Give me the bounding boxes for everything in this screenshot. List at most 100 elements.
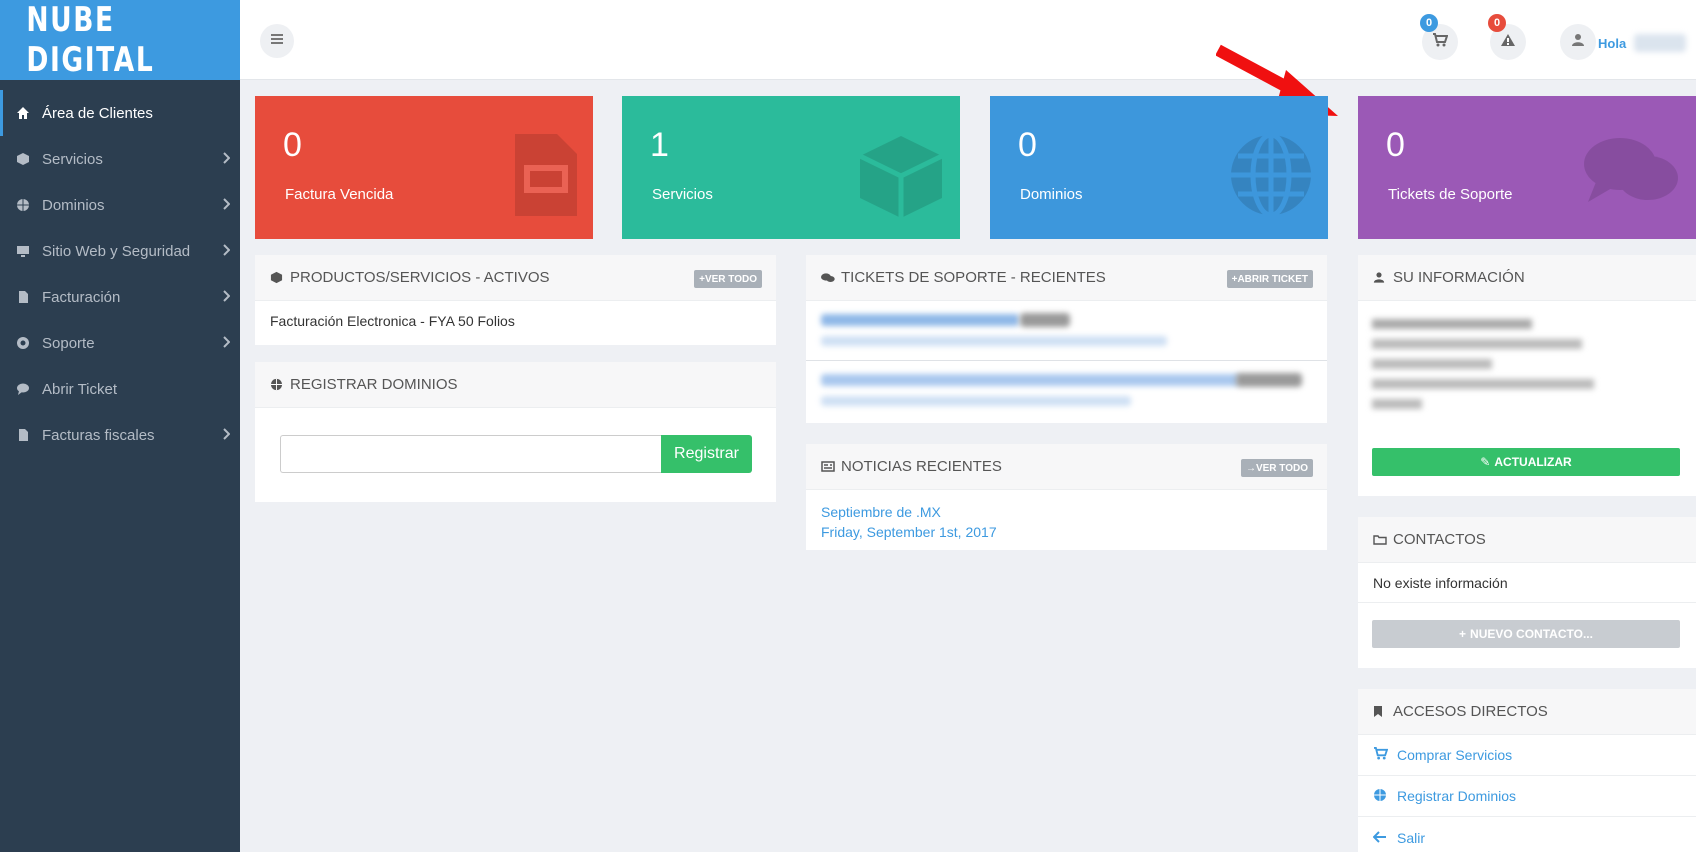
stat-label: Factura Vencida	[285, 186, 394, 203]
register-domain-button[interactable]: Registrar	[661, 435, 752, 473]
panel-title: SU INFORMACIÓN	[1393, 269, 1525, 286]
cube-icon	[270, 271, 290, 284]
shortcuts-header: ACCESOS DIRECTOS	[1358, 689, 1696, 735]
pencil-icon: ✎	[1480, 455, 1491, 469]
news-date: Friday, September 1st, 2017	[821, 524, 997, 540]
stat-card-services[interactable]: 1 Servicios	[622, 96, 960, 239]
user-avatar[interactable]	[1560, 24, 1596, 60]
your-info-panel: SU INFORMACIÓN ✎ ACTUALIZAR	[1358, 255, 1696, 496]
panel-title: NOTICIAS RECIENTES	[841, 458, 1002, 475]
button-label: ABRIR TICKET	[1237, 273, 1308, 285]
domain-search-group: Registrar	[280, 435, 752, 473]
redacted-text	[821, 396, 1131, 406]
your-info-header: SU INFORMACIÓN	[1358, 255, 1696, 301]
newspaper-icon	[821, 461, 841, 472]
redacted-text	[1372, 359, 1492, 369]
bookmark-icon	[1373, 705, 1393, 718]
globe-icon	[1228, 132, 1314, 223]
redacted-text	[1372, 379, 1594, 389]
empty-text: No existe información	[1373, 574, 1508, 591]
button-label: VER TODO	[704, 273, 757, 285]
recent-news-header: NOTICIAS RECIENTES → VER TODO	[806, 444, 1327, 490]
stat-card-overdue-invoices[interactable]: 0 Factura Vencida	[255, 96, 593, 239]
news-title[interactable]: Septiembre de .MX	[821, 502, 1312, 522]
sidebar-item-label: Servicios	[42, 150, 103, 168]
cart-icon	[1373, 747, 1397, 763]
shortcut-register-domains[interactable]: Registrar Dominios	[1358, 776, 1696, 817]
contacts-panel: CONTACTOS No existe información + NUEVO …	[1358, 517, 1696, 668]
view-all-products-button[interactable]: + VER TODO	[694, 270, 762, 288]
sidebar-item-soporte[interactable]: Soporte	[0, 320, 240, 366]
arrow-left-icon	[1372, 830, 1397, 846]
new-contact-button[interactable]: + NUEVO CONTACTO...	[1372, 620, 1680, 648]
sidebar-item-label: Facturas fiscales	[42, 426, 155, 444]
folder-icon	[1373, 534, 1393, 545]
plus-icon: +	[1459, 627, 1467, 641]
sidebar-item-servicios[interactable]: Servicios	[0, 136, 240, 182]
redacted-text	[1372, 399, 1422, 409]
product-name: Facturación Electronica - FYA 50 Folios	[270, 313, 515, 329]
file-icon	[16, 428, 42, 442]
redacted-badge	[1236, 373, 1302, 387]
cart-button[interactable]: 0	[1420, 14, 1458, 60]
home-icon	[16, 106, 42, 120]
recent-news-panel: NOTICIAS RECIENTES → VER TODO Septiembre…	[806, 444, 1327, 550]
sidebar-item-area-clientes[interactable]: Área de Clientes	[0, 90, 240, 136]
cart-count-badge: 0	[1420, 14, 1438, 32]
sidebar-item-label: Soporte	[42, 334, 95, 352]
domain-search-input[interactable]	[280, 435, 661, 473]
sidebar-item-label: Abrir Ticket	[42, 380, 118, 398]
stat-card-support-tickets[interactable]: 0 Tickets de Soporte	[1358, 96, 1696, 239]
cube-icon	[856, 132, 946, 227]
alerts-count-badge: 0	[1488, 14, 1506, 32]
redacted-text	[821, 314, 1019, 326]
list-item[interactable]: Facturación Electronica - FYA 50 Folios	[255, 301, 776, 341]
redacted-text	[821, 336, 1167, 346]
cart-icon	[1432, 32, 1449, 52]
button-label: ACTUALIZAR	[1494, 455, 1572, 469]
logo-text: NUBE DIGITAL	[26, 0, 155, 80]
globe-icon	[270, 378, 290, 391]
sidebar-item-label: Dominios	[42, 196, 105, 214]
topbar: 0 0 Hola	[240, 0, 1696, 80]
news-item[interactable]: Septiembre de .MX Friday, September 1st,…	[806, 490, 1327, 554]
comments-icon	[821, 272, 841, 284]
cube-icon	[16, 152, 42, 166]
sidebar-item-sitio-web[interactable]: Sitio Web y Seguridad	[0, 228, 240, 274]
panel-title: CONTACTOS	[1393, 531, 1486, 548]
comment-icon	[16, 382, 42, 396]
chevron-right-icon	[222, 335, 231, 352]
stat-card-domains[interactable]: 0 Dominios	[990, 96, 1328, 239]
ticket-row-redacted[interactable]	[806, 301, 1327, 361]
menu-toggle-button[interactable]	[260, 24, 294, 58]
user-icon	[1571, 33, 1585, 52]
stat-value: 1	[650, 126, 669, 164]
sidebar-item-facturas-fiscales[interactable]: Facturas fiscales	[0, 412, 240, 458]
redacted-text	[1372, 319, 1532, 329]
panel-title: REGISTRAR DOMINIOS	[290, 376, 458, 393]
update-info-button[interactable]: ✎ ACTUALIZAR	[1372, 448, 1680, 476]
shortcuts-panel: ACCESOS DIRECTOS Comprar Servicios Regis…	[1358, 689, 1696, 852]
shortcut-label: Registrar Dominios	[1397, 788, 1517, 804]
sidebar: NUBE DIGITAL Área de Clientes Servicios …	[0, 0, 240, 852]
stat-label: Tickets de Soporte	[1388, 186, 1513, 203]
shortcut-logout[interactable]: Salir	[1358, 817, 1696, 852]
user-greeting[interactable]: Hola	[1598, 36, 1626, 51]
ticket-row-redacted[interactable]	[806, 361, 1327, 421]
register-domains-header: REGISTRAR DOMINIOS	[255, 362, 776, 408]
warning-icon	[1500, 33, 1516, 52]
stat-value: 0	[283, 126, 302, 164]
alerts-button[interactable]: 0	[1488, 14, 1526, 60]
sidebar-item-facturacion[interactable]: Facturación	[0, 274, 240, 320]
sidebar-item-dominios[interactable]: Dominios	[0, 182, 240, 228]
hamburger-icon	[270, 32, 284, 50]
comments-icon	[1582, 132, 1682, 217]
panel-title: TICKETS DE SOPORTE - RECIENTES	[841, 269, 1106, 286]
sidebar-item-abrir-ticket[interactable]: Abrir Ticket	[0, 366, 240, 412]
brand-logo[interactable]: NUBE DIGITAL	[0, 0, 240, 80]
globe-icon	[1373, 788, 1397, 805]
open-ticket-button[interactable]: + ABRIR TICKET	[1226, 270, 1313, 288]
view-all-news-button[interactable]: → VER TODO	[1240, 459, 1313, 477]
user-name-redacted	[1634, 34, 1686, 52]
shortcut-buy-services[interactable]: Comprar Servicios	[1358, 735, 1696, 776]
